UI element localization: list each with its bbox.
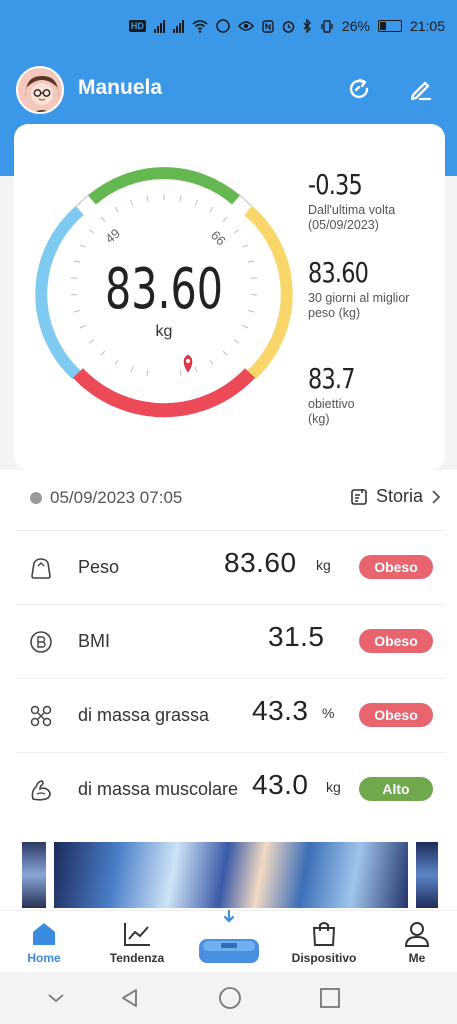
avatar[interactable] bbox=[16, 66, 64, 114]
nav-scale[interactable] bbox=[193, 907, 265, 967]
history-label: Storia bbox=[375, 486, 423, 506]
metric-value: 43.0 bbox=[252, 769, 309, 800]
metric-row-bmi[interactable]: BMI 31.5 Obeso bbox=[16, 604, 445, 678]
stat-label: 30 giorni al miglior peso (kg) bbox=[308, 291, 410, 320]
status-badge: Obeso bbox=[359, 555, 433, 579]
user-name: Manuela bbox=[78, 76, 163, 99]
weight-card: 49 66 83.60 kg -0.35 Dall'ultima volta (… bbox=[14, 124, 445, 470]
signal-icon-2 bbox=[172, 19, 184, 33]
battery-percent: 26% bbox=[341, 18, 370, 34]
profile-icon bbox=[404, 922, 430, 947]
weight-value: 83.60 bbox=[105, 257, 223, 322]
gauge-marker-icon bbox=[183, 354, 193, 373]
edit-button[interactable] bbox=[404, 72, 438, 106]
banner-next-slide bbox=[416, 842, 438, 908]
recents-icon[interactable] bbox=[318, 986, 342, 1010]
chevron-down-icon[interactable] bbox=[44, 986, 68, 1010]
bmi-icon bbox=[30, 631, 52, 653]
metric-label: Peso bbox=[78, 557, 120, 577]
system-navigation bbox=[0, 972, 457, 1024]
vibrate-icon bbox=[321, 19, 333, 33]
nav-me[interactable]: Me bbox=[377, 917, 457, 965]
whatsapp-icon bbox=[216, 19, 230, 33]
gauge-tick-label-low: 49 bbox=[102, 226, 123, 247]
stat-goal: 83.7 obiettivo (kg) bbox=[308, 362, 368, 427]
metric-row-weight[interactable]: Peso 83.60 kg Obeso bbox=[16, 530, 445, 604]
metric-value: 31.5 bbox=[268, 621, 325, 652]
nav-label: Dispositivo bbox=[291, 951, 357, 965]
sync-button[interactable] bbox=[342, 72, 376, 106]
alarm-icon bbox=[282, 20, 295, 33]
nav-home[interactable]: Home bbox=[4, 917, 84, 965]
stat-value: -0.35 bbox=[308, 168, 363, 201]
back-icon[interactable] bbox=[118, 986, 142, 1010]
trend-icon bbox=[124, 923, 150, 946]
datetime-text: 05/09/2023 07:05 bbox=[50, 488, 183, 507]
home-circle-icon[interactable] bbox=[218, 986, 242, 1010]
battery-icon bbox=[377, 20, 402, 32]
bluetooth-icon bbox=[303, 19, 311, 33]
home-icon bbox=[33, 923, 55, 945]
metric-label: BMI bbox=[78, 631, 111, 651]
eye-icon bbox=[237, 21, 254, 31]
fat-mass-icon bbox=[30, 705, 52, 727]
metric-label: di massa muscolare bbox=[78, 779, 239, 799]
clock-icon bbox=[30, 492, 42, 504]
scale-icon bbox=[199, 909, 259, 963]
history-icon bbox=[351, 488, 367, 505]
nav-trend[interactable]: Tendenza bbox=[97, 917, 177, 965]
bottom-navigation: Home Tendenza Dispositivo Me bbox=[0, 907, 457, 972]
banner-image bbox=[54, 842, 408, 908]
metric-unit: kg bbox=[316, 557, 331, 573]
metric-unit: kg bbox=[326, 779, 341, 795]
status-badge: Alto bbox=[359, 777, 433, 801]
weight-unit: kg bbox=[156, 323, 173, 340]
device-bag-icon bbox=[312, 922, 336, 946]
metric-unit: % bbox=[322, 705, 335, 721]
nav-device[interactable]: Dispositivo bbox=[284, 917, 364, 965]
stat-label: Dall'ultima volta (05/09/2023) bbox=[308, 203, 396, 232]
gauge-tick-label-high: 66 bbox=[208, 228, 229, 249]
edit-icon bbox=[410, 81, 432, 101]
signal-icon bbox=[153, 19, 165, 33]
banner-prev-slide bbox=[22, 842, 46, 908]
gauge-segment-overweight bbox=[244, 205, 293, 380]
metric-row-fat-mass[interactable]: di massa grassa 43.3 % Obeso bbox=[16, 678, 445, 752]
stat-label: obiettivo (kg) bbox=[308, 397, 355, 426]
status-bar: HD 26% 21:05 bbox=[0, 0, 457, 56]
status-badge: Obeso bbox=[359, 629, 433, 653]
clock: 21:05 bbox=[409, 18, 445, 34]
metric-row-muscle-mass[interactable]: di massa muscolare 43.0 kg Alto bbox=[16, 752, 445, 826]
nav-label: Home bbox=[27, 951, 61, 965]
stat-last-change: -0.35 Dall'ultima volta (05/09/2023) bbox=[308, 168, 438, 233]
stat-value: 83.7 bbox=[308, 362, 355, 395]
promo-banner[interactable] bbox=[22, 842, 438, 908]
gauge-segment-obese bbox=[72, 368, 256, 418]
wifi-icon bbox=[192, 19, 208, 33]
hd-badge: HD bbox=[128, 20, 146, 32]
status-badge: Obeso bbox=[359, 703, 433, 727]
status-icons: HD 26% 21:05 bbox=[128, 18, 445, 34]
muscle-icon bbox=[31, 780, 51, 801]
measurement-datetime: 05/09/2023 07:05 bbox=[30, 488, 182, 508]
gauge-segment-underweight bbox=[35, 205, 84, 380]
metric-label: di massa grassa bbox=[78, 705, 210, 725]
chevron-right-icon bbox=[432, 489, 441, 504]
stat-value: 83.60 bbox=[308, 256, 369, 289]
history-link[interactable]: Storia bbox=[350, 486, 441, 507]
sync-icon bbox=[349, 78, 369, 99]
nav-label: Tendenza bbox=[109, 951, 165, 965]
weight-icon bbox=[31, 558, 51, 579]
nav-label: Me bbox=[408, 951, 426, 965]
metric-value: 83.60 bbox=[224, 547, 297, 578]
weight-gauge: 49 66 83.60 kg bbox=[35, 167, 293, 418]
metric-value: 43.3 bbox=[252, 695, 309, 726]
nfc-icon bbox=[262, 19, 274, 33]
stat-best-30-days: 83.60 30 giorni al miglior peso (kg) bbox=[308, 256, 428, 321]
